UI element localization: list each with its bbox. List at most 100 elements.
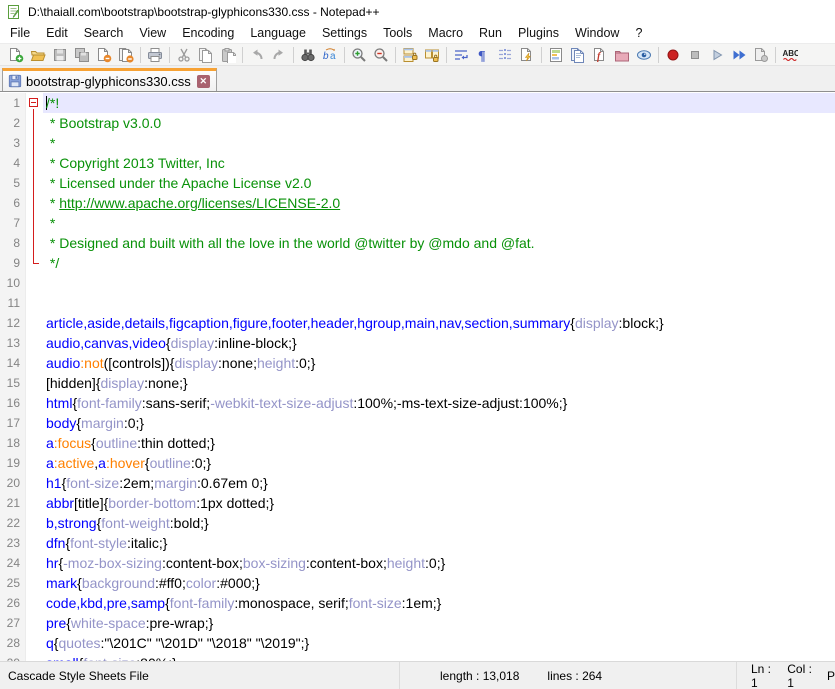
code-text[interactable]: mark{background:#ff0;color:#000;}: [43, 573, 835, 593]
save-file-icon[interactable]: [49, 45, 71, 65]
line-number[interactable]: 20: [0, 473, 26, 493]
open-file-icon[interactable]: [27, 45, 49, 65]
line-number[interactable]: 12: [0, 313, 26, 333]
line-number[interactable]: 26: [0, 593, 26, 613]
new-file-icon[interactable]: [5, 45, 27, 65]
copy-icon[interactable]: [195, 45, 217, 65]
save-all-icon[interactable]: [71, 45, 93, 65]
code-text[interactable]: *: [43, 133, 835, 153]
code-text[interactable]: * Copyright 2013 Twitter, Inc: [43, 153, 835, 173]
macro-stop-icon[interactable]: [684, 45, 706, 65]
line-number[interactable]: 18: [0, 433, 26, 453]
line-number[interactable]: 6: [0, 193, 26, 213]
menu-item-window[interactable]: Window: [567, 24, 627, 42]
code-text[interactable]: html{font-family:sans-serif;-webkit-text…: [43, 393, 835, 413]
code-text[interactable]: hr{-moz-box-sizing:content-box;box-sizin…: [43, 553, 835, 573]
line-number[interactable]: 9: [0, 253, 26, 273]
code-text[interactable]: article,aside,details,figcaption,figure,…: [43, 313, 835, 333]
code-text[interactable]: * Designed and built with all the love i…: [43, 233, 835, 253]
cut-icon[interactable]: [173, 45, 195, 65]
code-text[interactable]: dfn{font-style:italic;}: [43, 533, 835, 553]
line-number[interactable]: 11: [0, 293, 26, 313]
line-number[interactable]: 8: [0, 233, 26, 253]
code-text[interactable]: audio:not([controls]){display:none;heigh…: [43, 353, 835, 373]
code-text[interactable]: [43, 293, 835, 313]
line-number[interactable]: 29: [0, 653, 26, 661]
code-text[interactable]: small{font-size:80%;}: [43, 653, 835, 661]
menu-item-plugins[interactable]: Plugins: [510, 24, 567, 42]
line-number[interactable]: 4: [0, 153, 26, 173]
find-icon[interactable]: [297, 45, 319, 65]
line-number[interactable]: 10: [0, 273, 26, 293]
line-number[interactable]: 13: [0, 333, 26, 353]
code-editor[interactable]: 1 /*! 2 * Bootstrap v3.0.0 3 * 4 * Copyright…: [0, 93, 835, 661]
menu-item-macro[interactable]: Macro: [420, 24, 471, 42]
menu-item-view[interactable]: View: [131, 24, 174, 42]
menu-item-encoding[interactable]: Encoding: [174, 24, 242, 42]
document-map-icon[interactable]: [545, 45, 567, 65]
code-text[interactable]: * Bootstrap v3.0.0: [43, 113, 835, 133]
paste-icon[interactable]: [217, 45, 239, 65]
line-number[interactable]: 7: [0, 213, 26, 233]
zoom-in-icon[interactable]: [348, 45, 370, 65]
show-all-characters-icon[interactable]: ¶: [472, 45, 494, 65]
macro-record-icon[interactable]: [662, 45, 684, 65]
code-text[interactable]: abbr[title]{border-bottom:1px dotted;}: [43, 493, 835, 513]
code-text[interactable]: [43, 273, 835, 293]
line-number[interactable]: 22: [0, 513, 26, 533]
document-list-icon[interactable]: [567, 45, 589, 65]
menu-item-search[interactable]: Search: [76, 24, 132, 42]
code-text[interactable]: /*!: [43, 93, 835, 113]
code-text[interactable]: h1{font-size:2em;margin:0.67em 0;}: [43, 473, 835, 493]
undo-icon[interactable]: [246, 45, 268, 65]
fold-margin-open[interactable]: [26, 93, 43, 113]
line-number[interactable]: 14: [0, 353, 26, 373]
function-list-icon[interactable]: f: [589, 45, 611, 65]
code-text[interactable]: * http://www.apache.org/licenses/LICENSE…: [43, 193, 835, 213]
code-text[interactable]: a:focus{outline:thin dotted;}: [43, 433, 835, 453]
redo-icon[interactable]: [268, 45, 290, 65]
sync-horizontal-scroll-icon[interactable]: [421, 45, 443, 65]
line-number[interactable]: 1: [0, 93, 26, 113]
code-text[interactable]: pre{white-space:pre-wrap;}: [43, 613, 835, 633]
code-text[interactable]: code,kbd,pre,samp{font-family:monospace,…: [43, 593, 835, 613]
macro-play-icon[interactable]: [706, 45, 728, 65]
macro-save-icon[interactable]: [750, 45, 772, 65]
replace-icon[interactable]: ba: [319, 45, 341, 65]
define-language-icon[interactable]: [516, 45, 538, 65]
line-number[interactable]: 27: [0, 613, 26, 633]
line-number[interactable]: 25: [0, 573, 26, 593]
code-text[interactable]: body{margin:0;}: [43, 413, 835, 433]
show-indent-guide-icon[interactable]: [494, 45, 516, 65]
code-text[interactable]: *: [43, 213, 835, 233]
folder-as-workspace-icon[interactable]: [611, 45, 633, 65]
line-number[interactable]: 2: [0, 113, 26, 133]
fold-collapse-icon[interactable]: [29, 98, 38, 107]
line-number[interactable]: 17: [0, 413, 26, 433]
code-text[interactable]: * Licensed under the Apache License v2.0: [43, 173, 835, 193]
line-number[interactable]: 19: [0, 453, 26, 473]
print-icon[interactable]: [144, 45, 166, 65]
code-text[interactable]: audio,canvas,video{display:inline-block;…: [43, 333, 835, 353]
menu-item-edit[interactable]: Edit: [38, 24, 76, 42]
close-all-icon[interactable]: [115, 45, 137, 65]
monitoring-icon[interactable]: [633, 45, 655, 65]
menu-item-help[interactable]: ?: [627, 24, 650, 42]
code-text[interactable]: a:active,a:hover{outline:0;}: [43, 453, 835, 473]
word-wrap-icon[interactable]: [450, 45, 472, 65]
zoom-out-icon[interactable]: [370, 45, 392, 65]
line-number[interactable]: 15: [0, 373, 26, 393]
spell-check-icon[interactable]: ABC: [779, 45, 801, 65]
code-text[interactable]: b,strong{font-weight:bold;}: [43, 513, 835, 533]
sync-vertical-scroll-icon[interactable]: [399, 45, 421, 65]
line-number[interactable]: 21: [0, 493, 26, 513]
macro-run-multiple-icon[interactable]: [728, 45, 750, 65]
line-number[interactable]: 3: [0, 133, 26, 153]
menu-item-settings[interactable]: Settings: [314, 24, 375, 42]
code-text[interactable]: q{quotes:"\201C" "\201D" "\2018" "\2019"…: [43, 633, 835, 653]
close-file-icon[interactable]: [93, 45, 115, 65]
line-number[interactable]: 28: [0, 633, 26, 653]
line-number[interactable]: 23: [0, 533, 26, 553]
line-number[interactable]: 24: [0, 553, 26, 573]
menu-item-language[interactable]: Language: [242, 24, 314, 42]
